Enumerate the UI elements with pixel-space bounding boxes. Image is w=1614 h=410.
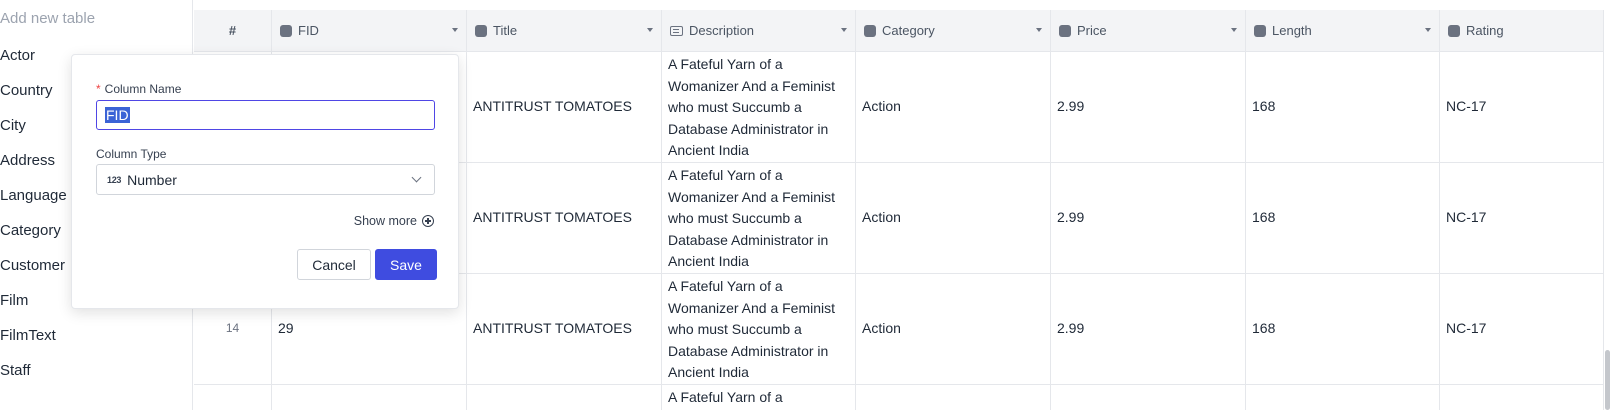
column-name-input[interactable]: FID (96, 100, 435, 130)
sidebar-item-language[interactable]: Language (0, 187, 67, 204)
rating-cell[interactable]: NC-17 (1440, 274, 1604, 384)
header-description[interactable]: Description (662, 10, 856, 51)
header-price-label: Price (1077, 23, 1107, 38)
title-cell[interactable]: ANTITRUST TOMATOES (467, 52, 662, 162)
column-type-label: Column Type (96, 147, 167, 161)
column-name-value[interactable]: FID (105, 107, 130, 123)
sidebar-item-city[interactable]: City (0, 117, 26, 134)
header-rating[interactable]: Rating (1440, 10, 1604, 51)
long-text-icon (670, 25, 683, 36)
description-cell[interactable]: A Fateful Yarn of a Womanizer And a Femi… (662, 52, 856, 162)
number-type-icon (1059, 24, 1071, 37)
add-new-table-link[interactable]: Add new table (0, 10, 95, 27)
price-cell[interactable]: 2.99 (1051, 52, 1246, 162)
length-cell[interactable]: 168 (1246, 274, 1440, 384)
save-button[interactable]: Save (375, 249, 437, 280)
rating-cell[interactable]: NC-17 (1440, 52, 1604, 162)
title-cell[interactable]: ANTITRUST TOMATOES (467, 274, 662, 384)
title-cell[interactable]: ANTITRUST TOMATOES (467, 163, 662, 273)
sidebar-item-customer[interactable]: Customer (0, 257, 65, 274)
column-name-label-text: Column Name (104, 82, 182, 96)
length-cell[interactable]: 168 (1246, 52, 1440, 162)
rating-cell[interactable] (1440, 385, 1604, 410)
category-cell[interactable]: Action (856, 52, 1051, 162)
cancel-button[interactable]: Cancel (297, 249, 371, 280)
column-name-label: * Column Name (96, 82, 181, 96)
header-fid[interactable]: FID (272, 10, 467, 51)
header-rating-label: Rating (1466, 23, 1504, 38)
column-type-value: Number (127, 171, 177, 188)
header-fid-label: FID (298, 23, 319, 38)
required-marker: * (96, 82, 101, 96)
description-cell[interactable]: A Fateful Yarn of a Womanizer And a Femi… (662, 274, 856, 384)
column-menu-icon[interactable] (452, 28, 458, 32)
sidebar-item-address[interactable]: Address (0, 152, 55, 169)
rating-cell[interactable]: NC-17 (1440, 163, 1604, 273)
header-length-label: Length (1272, 23, 1312, 38)
header-row-number: # (194, 10, 272, 51)
sidebar-item-country[interactable]: Country (0, 82, 53, 99)
length-cell[interactable] (1246, 385, 1440, 410)
number-type-icon (280, 24, 292, 37)
category-cell[interactable] (856, 385, 1051, 410)
category-cell[interactable]: Action (856, 163, 1051, 273)
table-row[interactable]: A Fateful Yarn of a (194, 385, 1604, 410)
column-menu-icon[interactable] (1425, 28, 1431, 32)
show-more-label: Show more (353, 214, 417, 228)
sidebar-item-film[interactable]: Film (0, 292, 28, 309)
price-cell[interactable]: 2.99 (1051, 274, 1246, 384)
header-category[interactable]: Category (856, 10, 1051, 51)
show-more-button[interactable]: Show more (354, 214, 434, 228)
header-length[interactable]: Length (1246, 10, 1440, 51)
sidebar-item-actor[interactable]: Actor (0, 47, 35, 64)
plus-circle-icon (422, 215, 434, 227)
sidebar-item-filmtext[interactable]: FilmText (0, 327, 56, 344)
sidebar-item-category[interactable]: Category (0, 222, 61, 239)
vertical-scrollbar[interactable] (1605, 350, 1610, 410)
column-type-select[interactable]: 123 Number (96, 164, 435, 195)
column-menu-icon[interactable] (1231, 28, 1237, 32)
price-cell[interactable] (1051, 385, 1246, 410)
header-title[interactable]: Title (467, 10, 662, 51)
chevron-down-icon (411, 172, 422, 183)
description-cell[interactable]: A Fateful Yarn of a Womanizer And a Femi… (662, 163, 856, 273)
sidebar-item-staff[interactable]: Staff (0, 362, 31, 379)
length-cell[interactable]: 168 (1246, 163, 1440, 273)
column-menu-icon[interactable] (647, 28, 653, 32)
edit-column-popover: * Column Name FID Column Type 123 Number … (71, 54, 459, 309)
category-cell[interactable]: Action (856, 274, 1051, 384)
column-menu-icon[interactable] (1036, 28, 1042, 32)
number-type-icon: 123 (107, 174, 122, 185)
description-cell[interactable]: A Fateful Yarn of a (662, 385, 856, 410)
price-cell[interactable]: 2.99 (1051, 163, 1246, 273)
header-price[interactable]: Price (1051, 10, 1246, 51)
number-type-icon (1254, 24, 1266, 37)
row-number-cell (194, 385, 272, 410)
title-cell[interactable] (467, 385, 662, 410)
header-category-label: Category (882, 23, 935, 38)
header-title-label: Title (493, 23, 518, 38)
grid-header: # FID Title Description Category Price L… (194, 10, 1604, 52)
header-description-label: Description (689, 23, 755, 38)
text-type-icon (1448, 24, 1460, 37)
text-type-icon (475, 24, 487, 37)
column-menu-icon[interactable] (841, 28, 847, 32)
text-type-icon (864, 24, 876, 37)
fid-cell[interactable] (272, 385, 467, 410)
